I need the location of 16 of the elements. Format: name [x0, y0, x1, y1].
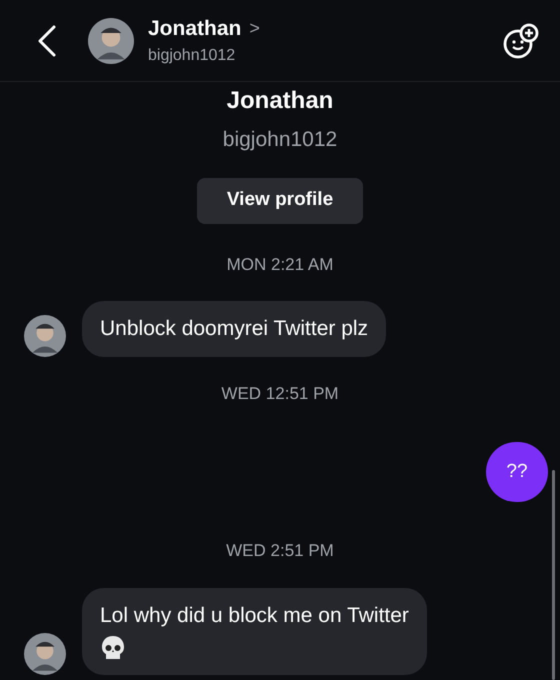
timestamp: WED 2:51 PM [226, 540, 334, 562]
contact-username: bigjohn1012 [148, 46, 236, 66]
profile-name: Jonathan [226, 86, 334, 116]
chevron: > [249, 17, 260, 40]
received-message: Unblock doomyrei Twitter plz [82, 301, 386, 356]
received-message: Lol why did u block me on Twitter [82, 588, 427, 675]
contact-name[interactable]: Jonathan [148, 12, 242, 44]
timestamp: MON 2:21 AM [226, 254, 334, 276]
avatar [24, 633, 66, 675]
sticker-add-icon[interactable] [502, 22, 540, 60]
avatar [24, 314, 66, 356]
sent-message: ?? [486, 442, 548, 502]
avatar [88, 18, 134, 64]
view-profile-button[interactable]: View profile [197, 178, 363, 224]
timestamp: WED 12:51 PM [221, 382, 339, 404]
profile-username: bigjohn1012 [222, 127, 338, 153]
